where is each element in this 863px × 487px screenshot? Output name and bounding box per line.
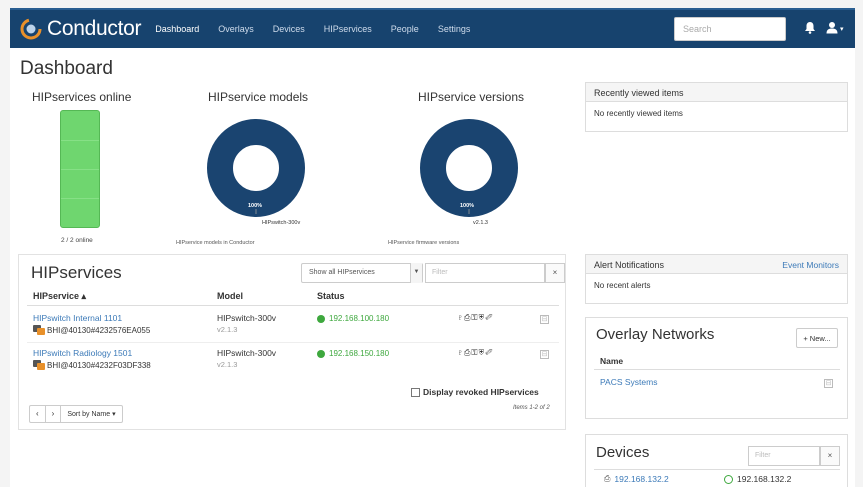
nav-overlays[interactable]: Overlays	[218, 24, 254, 34]
hipservice-model: HIPswitch-300v	[217, 348, 277, 358]
expand-row-icon[interactable]: ⊟	[824, 379, 833, 388]
hipservice-action-icons[interactable]: ♇⎙⚿⛨✐	[457, 313, 494, 323]
widget-title-models: HIPservice models	[208, 90, 309, 104]
brand-name: Conductor	[47, 17, 142, 40]
hipservice-status: 192.168.150.180	[317, 349, 389, 358]
device-icon	[33, 325, 45, 335]
prev-page-button[interactable]: ‹	[30, 406, 46, 422]
hipservice-name-link[interactable]: HIPswitch Internal 1101	[33, 313, 122, 323]
models-donut-slice	[207, 119, 305, 217]
nav-devices[interactable]: Devices	[273, 24, 305, 34]
widget-title-online: HIPservices online	[32, 90, 132, 104]
search-input[interactable]: Search	[674, 17, 786, 41]
models-pct-label: 100%	[248, 203, 263, 209]
chevron-down-icon: ▼	[410, 263, 422, 283]
overlay-networks-title: Overlay Networks	[596, 326, 715, 343]
pager: ‹ › Sort by Name ▾	[29, 405, 123, 423]
hipservice-name-link[interactable]: HIPswitch Radiology 1501	[33, 348, 132, 358]
expand-row-icon[interactable]: ⊟	[540, 350, 549, 359]
device-status-ip: 192.168.132.2	[737, 474, 792, 484]
device-ip: 192.168.132.2	[614, 474, 669, 484]
online-caption: 2 / 2 online	[61, 237, 93, 244]
alert-notifications-header: Alert Notifications Event Monitors	[586, 255, 847, 274]
event-monitors-link[interactable]: Event Monitors	[782, 260, 839, 270]
models-caption: HIPservice models in Conductor	[176, 240, 255, 246]
top-navbar: Conductor Dashboard Overlays Devices HIP…	[10, 8, 855, 48]
sort-dropdown[interactable]: Sort by Name ▾	[61, 406, 121, 422]
hipservices-filter-input[interactable]: Filter	[425, 263, 545, 283]
alert-notifications-panel: Alert Notifications Event Monitors No re…	[585, 254, 848, 304]
overlay-networks-panel: Overlay Networks + New... Name PACS Syst…	[585, 317, 848, 419]
hipservices-panel: HIPservices Show all HIPservices ▼ Filte…	[18, 254, 566, 430]
hipservices-filter-select[interactable]: Show all HIPservices ▼	[301, 263, 423, 283]
hipservice-id-text: BHI@40130#4232F03DF338	[47, 360, 151, 370]
nav-dashboard[interactable]: Dashboard	[155, 24, 199, 34]
devices-clear-filter-button[interactable]: ×	[820, 446, 840, 466]
page-content: Dashboard HIPservices online 2 / 2 onlin…	[10, 48, 855, 487]
device-icon	[33, 360, 45, 370]
nav-people[interactable]: People	[391, 24, 419, 34]
items-count: Items 1-2 of 2	[513, 405, 550, 411]
device-status: 192.168.132.2	[724, 474, 791, 484]
devices-filter-input[interactable]: Filter	[748, 446, 820, 466]
brand[interactable]: Conductor	[20, 17, 142, 41]
models-slice-label: HIPswitch-300v	[262, 220, 301, 226]
hipservices-title: HIPservices	[31, 263, 122, 282]
hipservice-id: BHI@40130#4232576EA055	[33, 325, 150, 335]
hipservice-version: v2.1.3	[217, 325, 238, 334]
devices-panel: Devices Filter × ⎙ 192.168.132.2 192.168…	[585, 434, 848, 487]
hipservice-ip: 192.168.150.180	[329, 349, 390, 358]
expand-row-icon[interactable]: ⊟	[540, 315, 549, 324]
status-online-icon	[317, 314, 325, 323]
hipservice-status: 192.168.100.180	[317, 314, 389, 323]
page-title: Dashboard	[20, 58, 113, 79]
status-online-icon	[317, 349, 325, 358]
column-header-model[interactable]: Model	[217, 291, 243, 301]
next-page-button[interactable]: ›	[46, 406, 62, 422]
hipservice-id-text: BHI@40130#4232576EA055	[47, 325, 151, 335]
versions-donut-slice	[420, 119, 518, 217]
user-menu[interactable]: ▾	[826, 21, 844, 36]
bell-icon[interactable]	[804, 21, 816, 36]
hipservice-id: BHI@40130#4232F03DF338	[33, 360, 151, 370]
new-overlay-button[interactable]: + New...	[796, 328, 838, 348]
checkbox-icon[interactable]	[411, 387, 420, 397]
status-online-icon	[724, 474, 733, 484]
recently-viewed-empty: No recently viewed items	[594, 109, 683, 118]
recently-viewed-panel: Recently viewed items No recently viewed…	[585, 82, 848, 132]
hipservice-action-icons[interactable]: ♇⎙⚿⛨✐	[457, 348, 494, 358]
chevron-down-icon: ▾	[840, 25, 844, 33]
widget-title-versions: HIPservice versions	[418, 90, 525, 104]
overlay-item-pacs-systems[interactable]: PACS Systems	[600, 377, 657, 387]
versions-caption: HIPservice firmware versions	[388, 240, 460, 246]
device-icon: ⎙	[604, 474, 611, 483]
nav-hipservices[interactable]: HIPservices	[324, 24, 372, 34]
recently-viewed-title: Recently viewed items	[586, 83, 847, 102]
devices-title: Devices	[596, 444, 650, 461]
conductor-logo-icon	[20, 18, 42, 40]
alert-notifications-title: Alert Notifications	[594, 260, 665, 270]
hipservices-filter-select-value: Show all HIPservices	[309, 269, 375, 276]
hipservice-model: HIPswitch-300v	[217, 313, 277, 323]
clear-filter-button[interactable]: ×	[545, 263, 565, 283]
overlay-column-name: Name	[600, 356, 624, 366]
user-icon	[826, 21, 838, 36]
versions-pct-label: 100%	[460, 203, 475, 209]
hipservice-ip: 192.168.100.180	[329, 314, 390, 323]
nav-settings[interactable]: Settings	[438, 24, 471, 34]
display-revoked-checkbox[interactable]: Display revoked HIPservices	[411, 387, 539, 397]
column-header-status[interactable]: Status	[317, 291, 345, 301]
device-row-link[interactable]: ⎙ 192.168.132.2	[604, 474, 669, 484]
alerts-empty: No recent alerts	[594, 281, 651, 290]
versions-slice-label: v2.1.3	[473, 220, 488, 226]
hipservice-version: v2.1.3	[217, 360, 238, 369]
display-revoked-label: Display revoked HIPservices	[423, 387, 539, 397]
column-header-hipservice[interactable]: HIPservice ▴	[33, 291, 86, 302]
online-bar[interactable]	[60, 110, 100, 228]
